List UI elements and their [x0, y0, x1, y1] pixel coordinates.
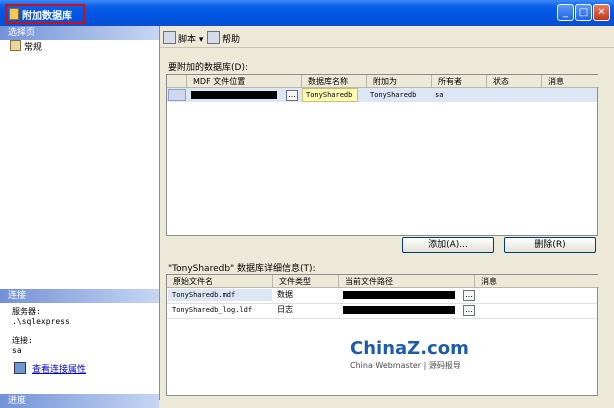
file-name-cell: TonySharedb_log.ldf: [172, 306, 253, 314]
database-icon: [9, 8, 19, 20]
watermark-brand: ChinaZ.com: [350, 338, 469, 359]
col-mdf: MDF 文件位置: [187, 75, 302, 88]
table-row[interactable]: TonySharedb_log.ldf 日志 ...: [167, 303, 597, 319]
window-title: 附加数据库: [22, 11, 72, 22]
close-button[interactable]: ✕: [593, 4, 610, 21]
page-item-general[interactable]: 常规: [10, 40, 42, 53]
col-current-path: 当前文件路径: [339, 275, 475, 288]
script-icon: [163, 31, 176, 44]
redacted-file-path: [343, 291, 455, 299]
file-type-cell: 日志: [277, 305, 293, 314]
add-button[interactable]: 添加(A)...: [402, 237, 494, 253]
view-link-label: 查看连接属性: [32, 365, 87, 375]
col-status: 状态: [487, 75, 542, 88]
col-attach-as: 附加为: [367, 75, 432, 88]
watermark: ChinaZ.com China Webmaster | 源码报导: [350, 338, 469, 371]
progress-header: 进度: [0, 394, 159, 408]
db-name-cell[interactable]: TonySharedb: [302, 88, 358, 102]
redacted-mdf-path: [191, 91, 277, 99]
redacted-file-path: [343, 306, 455, 314]
page-icon: [10, 40, 21, 51]
help-button[interactable]: 帮助: [207, 31, 240, 45]
table-row[interactable]: TonySharedb.mdf 数据 ...: [167, 288, 597, 304]
browse-mdf-button[interactable]: ...: [286, 90, 298, 101]
file-name-cell: TonySharedb.mdf: [168, 289, 272, 301]
script-label: 脚本: [178, 35, 197, 45]
databases-grid: MDF 文件位置 数据库名称 附加为 所有者 状态 消息 ... TonySha…: [166, 74, 599, 236]
col-file-type: 文件类型: [273, 275, 339, 288]
file-type-cell: 数据: [277, 290, 293, 299]
row-header-col: [167, 75, 187, 88]
connection-header: 连接: [0, 289, 159, 303]
minimize-button[interactable]: _: [557, 4, 574, 21]
attach-as-cell[interactable]: TonySharedb: [370, 89, 416, 101]
browse-file-button[interactable]: ...: [463, 305, 475, 316]
col-owner: 所有者: [432, 75, 487, 88]
col-db-name: 数据库名称: [302, 75, 367, 88]
server-label: 服务器:: [12, 307, 41, 316]
browse-file-button[interactable]: ...: [463, 290, 475, 301]
col-original-file: 原始文件名: [167, 275, 273, 288]
watermark-subtitle: China Webmaster | 源码报导: [350, 361, 461, 370]
databases-label: 要附加的数据库(D):: [168, 63, 248, 73]
connection-label: 连接:: [12, 336, 33, 345]
script-button[interactable]: 脚本 ▾: [163, 31, 203, 45]
help-icon: [207, 31, 220, 44]
row-selector[interactable]: [168, 89, 186, 101]
help-label: 帮助: [222, 35, 241, 45]
col-message: 消息: [475, 275, 599, 288]
page-item-label: 常规: [24, 43, 43, 53]
server-value: .\sqlexpress: [12, 317, 70, 326]
view-connection-properties-link[interactable]: 查看连接属性: [14, 362, 86, 375]
maximize-button[interactable]: □: [575, 4, 592, 21]
owner-cell[interactable]: sa: [435, 89, 443, 101]
connection-value: sa: [12, 346, 22, 355]
title-bar: [0, 0, 614, 26]
details-label: "TonySharedb" 数据库详细信息(T):: [168, 264, 316, 274]
properties-icon: [14, 362, 26, 374]
select-page-header: 选择页: [0, 26, 159, 40]
remove-button[interactable]: 删除(R): [504, 237, 596, 253]
table-row[interactable]: ... TonySharedb TonySharedb sa: [167, 88, 597, 102]
col-message: 消息: [542, 75, 599, 88]
details-grid: 原始文件名 文件类型 当前文件路径 消息 TonySharedb.mdf 数据 …: [166, 274, 599, 396]
